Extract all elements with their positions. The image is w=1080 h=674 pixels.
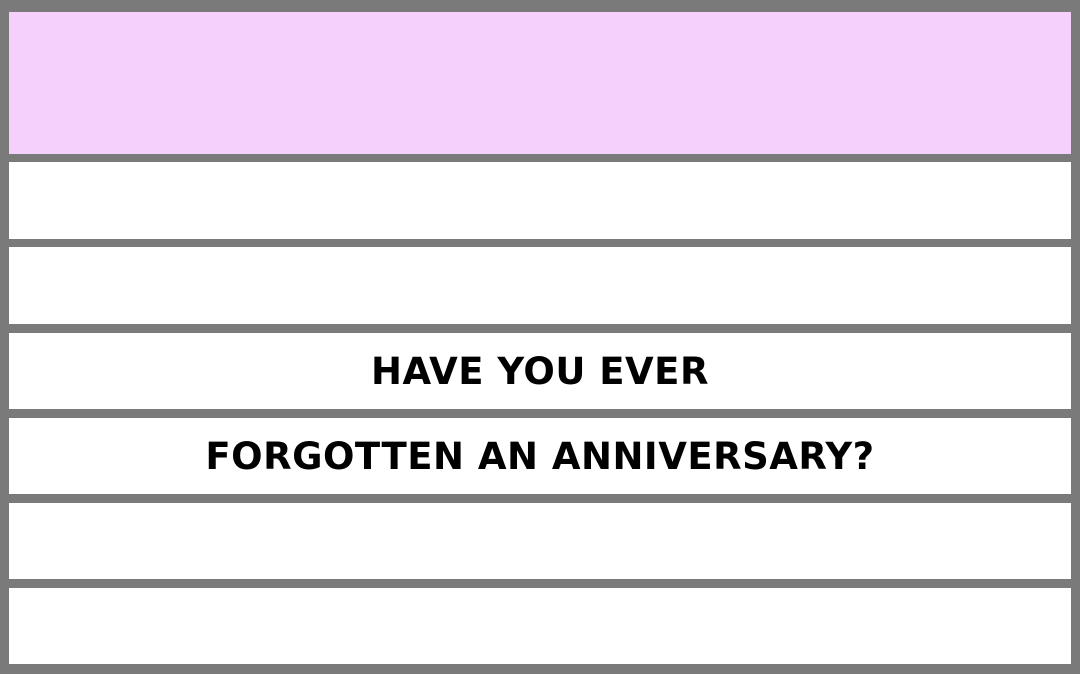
message-line-2: FORGOTTEN AN ANNIVERSARY? [205, 434, 875, 478]
message-line-1: HAVE YOU EVER [371, 349, 709, 393]
ruled-row-2 [9, 247, 1071, 324]
ruled-row-5 [9, 503, 1071, 579]
ruled-row-3: HAVE YOU EVER [9, 333, 1071, 409]
ruled-row-6 [9, 588, 1071, 664]
header-band [9, 12, 1071, 154]
ruled-row-4: FORGOTTEN AN ANNIVERSARY? [9, 418, 1071, 494]
lined-card: HAVE YOU EVER FORGOTTEN AN ANNIVERSARY? [0, 0, 1080, 674]
ruled-row-1 [9, 162, 1071, 239]
